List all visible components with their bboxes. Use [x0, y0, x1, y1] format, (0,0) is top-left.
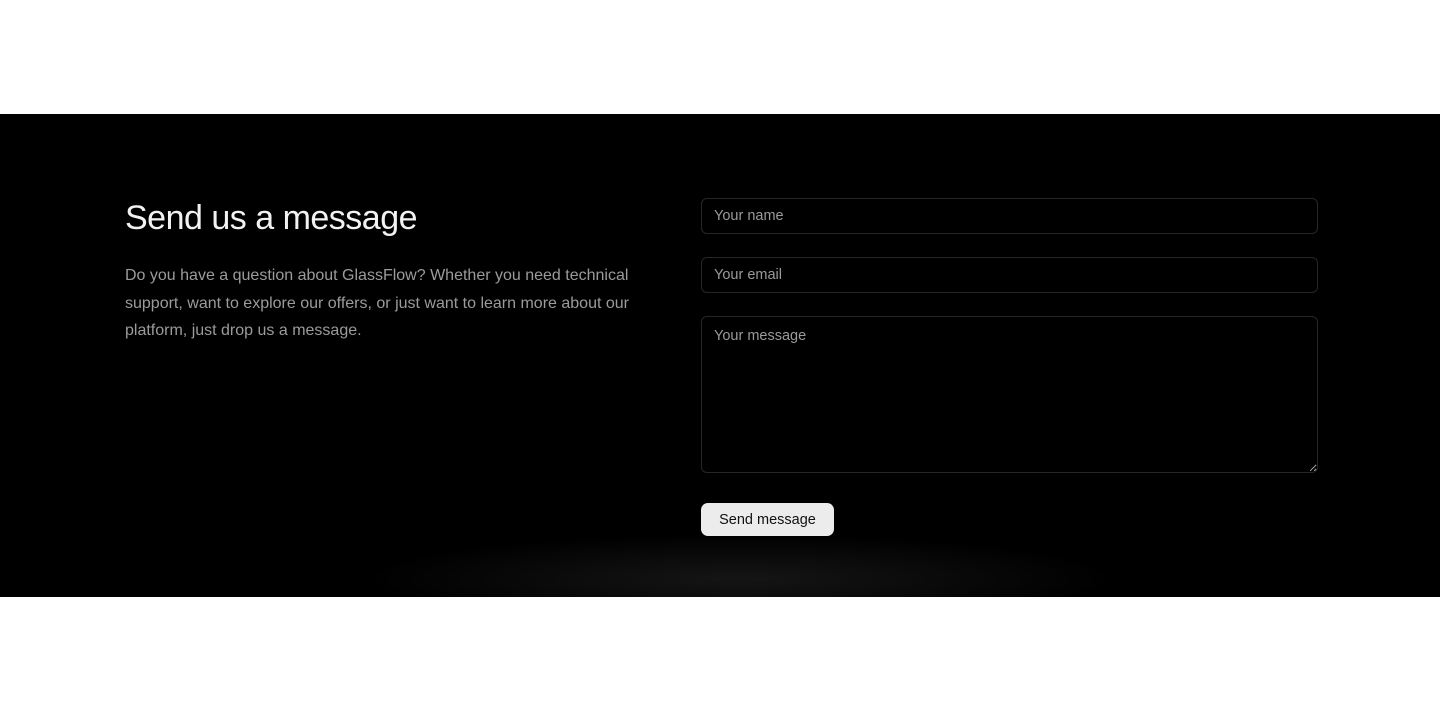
message-textarea[interactable] — [701, 316, 1318, 473]
contact-section: Send us a message Do you have a question… — [0, 114, 1440, 597]
name-input[interactable] — [701, 198, 1318, 234]
contact-title: Send us a message — [125, 199, 418, 237]
bottom-whitespace — [0, 597, 1440, 711]
contact-description: Do you have a question about GlassFlow? … — [125, 267, 629, 339]
contact-intro: Send us a message Do you have a question… — [125, 198, 655, 345]
background-glow — [360, 534, 1120, 597]
send-message-button[interactable]: Send message — [701, 503, 834, 536]
top-whitespace — [0, 0, 1440, 114]
email-input[interactable] — [701, 257, 1318, 293]
